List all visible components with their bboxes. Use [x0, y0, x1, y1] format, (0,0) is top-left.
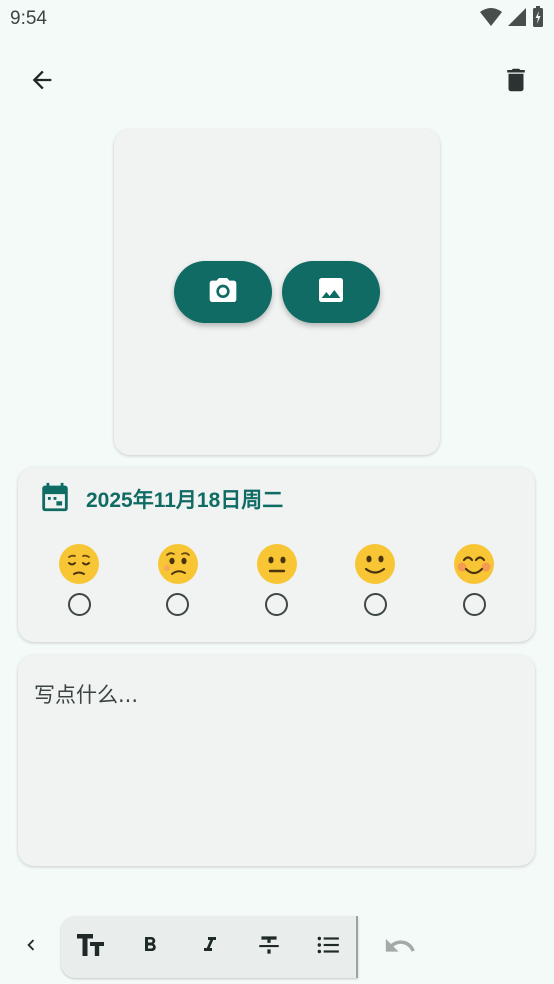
bullet-list-button[interactable]	[299, 916, 358, 978]
format-button-group	[61, 916, 358, 978]
calendar-icon	[38, 480, 72, 518]
mood-radio[interactable]	[166, 593, 190, 616]
back-button[interactable]	[22, 62, 62, 102]
chevron-left-icon	[20, 934, 42, 960]
text-size-button[interactable]	[61, 916, 120, 978]
mood-option-very-happy[interactable]	[425, 543, 523, 616]
camera-icon	[207, 274, 239, 310]
mood-selector	[30, 543, 523, 616]
camera-button[interactable]	[174, 261, 272, 323]
note-card	[18, 655, 535, 866]
mood-radio[interactable]	[265, 593, 288, 616]
mood-option-very-sad[interactable]	[30, 543, 128, 616]
bold-icon	[138, 933, 162, 961]
collapse-toolbar-button[interactable]	[14, 928, 48, 966]
mood-option-happy[interactable]	[326, 543, 424, 616]
entry-date: 2025年11月18日周二	[86, 489, 284, 512]
gallery-button[interactable]	[282, 261, 380, 323]
status-icons	[480, 6, 544, 32]
photo-card	[114, 129, 440, 455]
cell-signal-icon	[508, 7, 526, 31]
date-picker[interactable]: 2025年11月18日周二	[38, 481, 283, 517]
note-input[interactable]	[32, 677, 516, 851]
mood-option-neutral[interactable]	[228, 543, 326, 616]
bullet-list-icon	[314, 932, 342, 962]
mood-radio[interactable]	[67, 593, 91, 616]
trash-icon	[501, 65, 531, 99]
italic-icon	[198, 933, 222, 961]
image-icon	[315, 274, 347, 310]
battery-icon	[532, 6, 544, 32]
slightly-smiling-face-icon	[355, 544, 396, 584]
worried-face-icon	[157, 544, 198, 584]
undo-icon	[383, 929, 417, 967]
undo-button[interactable]	[380, 928, 420, 968]
wifi-icon	[480, 7, 502, 31]
mood-radio[interactable]	[363, 593, 387, 616]
text-size-icon	[76, 932, 106, 962]
pensive-face-icon	[59, 544, 99, 584]
strikethrough-button[interactable]	[239, 916, 298, 978]
neutral-face-icon	[256, 544, 297, 584]
smiling-face-icon	[454, 544, 494, 584]
bold-button[interactable]	[120, 916, 179, 978]
mood-card: 2025年11月18日周二	[18, 467, 535, 642]
delete-button[interactable]	[496, 62, 536, 102]
format-toolbar	[0, 912, 554, 982]
status-bar: 9:54	[0, 0, 554, 38]
strikethrough-icon	[256, 932, 282, 962]
mood-radio[interactable]	[462, 593, 486, 616]
status-time: 9:54	[10, 8, 47, 29]
italic-button[interactable]	[180, 916, 239, 978]
mood-option-sad[interactable]	[129, 543, 227, 616]
arrow-back-icon	[28, 66, 56, 98]
top-app-bar	[0, 50, 554, 110]
